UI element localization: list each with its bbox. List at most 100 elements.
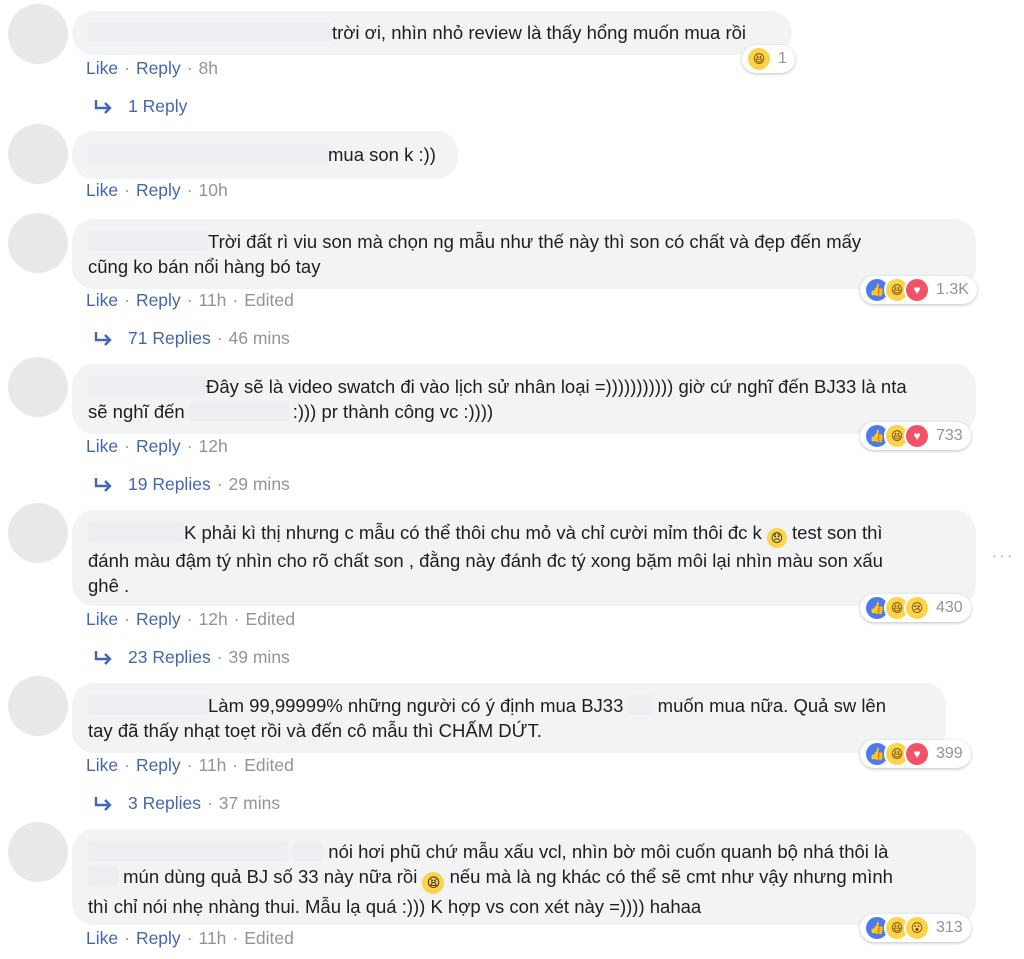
like-link[interactable]: Like xyxy=(86,609,118,630)
love-reaction-icon: ♥ xyxy=(904,741,930,767)
comment-text-line: :))) pr thành công vc :)))) xyxy=(292,401,494,422)
redacted-name[interactable] xyxy=(188,401,289,421)
comment-text-line: sẽ nghĩ đến xyxy=(88,401,185,422)
comment-time[interactable]: 12h xyxy=(199,609,228,630)
comment-time[interactable]: 10h xyxy=(199,180,228,201)
reply-link[interactable]: Reply xyxy=(136,928,181,949)
comment-time[interactable]: 11h xyxy=(199,755,227,776)
reaction-count: 1.3K xyxy=(936,281,969,298)
comment-actions: Like · Reply · 8h xyxy=(86,58,218,79)
avatar[interactable] xyxy=(8,4,68,64)
comment-actions: Like · Reply · 12h · Edited xyxy=(86,609,296,630)
avatar[interactable] xyxy=(8,124,68,184)
replies-count[interactable]: 19 Replies xyxy=(128,474,211,495)
like-link[interactable]: Like xyxy=(86,180,118,201)
reactions-summary[interactable]: 👍 😆 ♥ 399 xyxy=(860,740,971,768)
like-link[interactable]: Like xyxy=(86,290,118,311)
comment-text-line: nói hơi phũ chứ mẫu xấu vcl, nhìn bờ môi… xyxy=(328,841,889,862)
replies-time: 46 mins xyxy=(228,328,290,348)
redacted-name[interactable] xyxy=(88,144,328,164)
view-replies[interactable]: 1 Reply xyxy=(94,96,187,117)
comment-bubble: mua son k :)) xyxy=(72,131,458,179)
reply-link[interactable]: Reply xyxy=(136,58,181,79)
redacted-name[interactable] xyxy=(88,841,288,861)
reply-arrow-icon xyxy=(94,99,112,114)
comment-bubble: Trời đất rì viu son mà chọn ng mẫu như t… xyxy=(72,219,976,289)
like-link[interactable]: Like xyxy=(86,436,118,457)
comment-time[interactable]: 12h xyxy=(199,436,228,457)
reply-link[interactable]: Reply xyxy=(136,436,181,457)
comment-actions: Like · Reply · 12h xyxy=(86,436,228,457)
reply-arrow-icon xyxy=(94,650,112,665)
comment-text-line: K phải kì thị nhưng c mẫu có thể thôi ch… xyxy=(184,522,762,543)
reply-link[interactable]: Reply xyxy=(136,290,181,311)
comment-bubble: trời ơi, nhìn nhỏ review là thấy hổng mu… xyxy=(72,11,792,55)
wow-reaction-icon: 😮 xyxy=(904,915,930,941)
reactions-summary[interactable]: 👍 😆 😢 430 xyxy=(860,594,971,622)
sad-emoji-icon: 😞 xyxy=(766,528,787,548)
replies-count[interactable]: 3 Replies xyxy=(128,793,201,814)
reaction-count: 313 xyxy=(936,919,963,936)
replies-count[interactable]: 71 Replies xyxy=(128,328,211,349)
replies-count[interactable]: 1 Reply xyxy=(128,96,187,117)
view-replies[interactable]: 19 Replies · 29 mins xyxy=(94,474,290,495)
edited-label[interactable]: Edited xyxy=(244,755,294,776)
more-options-icon[interactable]: ··· xyxy=(991,545,1014,568)
redacted-name[interactable] xyxy=(88,22,332,42)
comment-text: mua son k :)) xyxy=(328,144,436,165)
comment-text-line: tay đã thấy nhạt toẹt rồi và đến cô mẫu … xyxy=(88,720,542,741)
view-replies[interactable]: 3 Replies · 37 mins xyxy=(94,793,280,814)
comment-time[interactable]: 8h xyxy=(199,58,218,79)
edited-label[interactable]: Edited xyxy=(244,928,294,949)
haha-reaction-icon: 😆 xyxy=(746,46,772,72)
comment-actions: Like · Reply · 11h · Edited xyxy=(86,755,294,776)
redacted-name[interactable] xyxy=(88,376,206,396)
reply-link[interactable]: Reply xyxy=(136,609,181,630)
reply-arrow-icon xyxy=(94,331,112,346)
comment-text-line: nếu mà là ng khác có thể sẽ cmt như vậy … xyxy=(449,866,893,887)
reaction-count: 1 xyxy=(778,50,787,67)
love-reaction-icon: ♥ xyxy=(904,423,930,449)
comment-text-line: cũng ko bán nổi hàng bó tay xyxy=(88,256,321,277)
avatar[interactable] xyxy=(8,676,68,736)
redacted-name[interactable] xyxy=(88,522,184,542)
redacted-name[interactable] xyxy=(88,231,208,251)
avatar[interactable] xyxy=(8,357,68,417)
replies-time: 29 mins xyxy=(228,474,290,494)
reactions-summary[interactable]: 👍 😆 ♥ 733 xyxy=(860,422,971,450)
tired-emoji-icon: 😫 xyxy=(422,872,445,894)
like-link[interactable]: Like xyxy=(86,755,118,776)
view-replies[interactable]: 71 Replies · 46 mins xyxy=(94,328,290,349)
comment-actions: Like · Reply · 10h xyxy=(86,180,228,201)
redacted-name[interactable] xyxy=(88,695,208,715)
view-replies[interactable]: 23 Replies · 39 mins xyxy=(94,647,290,668)
replies-time: 37 mins xyxy=(218,793,281,813)
avatar[interactable] xyxy=(8,213,68,273)
like-link[interactable]: Like xyxy=(86,928,118,949)
redacted-text xyxy=(88,866,118,886)
reply-link[interactable]: Reply xyxy=(136,755,181,776)
comment-bubble: Làm 99,99999% những người có ý định mua … xyxy=(72,683,946,753)
reactions-summary[interactable]: 😆 1 xyxy=(742,45,795,73)
reply-link[interactable]: Reply xyxy=(136,180,181,201)
like-link[interactable]: Like xyxy=(86,58,118,79)
redacted-text xyxy=(628,695,653,715)
edited-label[interactable]: Edited xyxy=(246,609,296,630)
reaction-count: 430 xyxy=(936,599,963,616)
avatar[interactable] xyxy=(8,503,68,563)
comment-text-line: thì chỉ nói nhẹ nhàng thui. Mẫu lạ quá :… xyxy=(88,896,702,917)
reactions-summary[interactable]: 👍 😆 😮 313 xyxy=(860,914,971,942)
edited-label[interactable]: Edited xyxy=(244,290,294,311)
comment-text-line: đánh màu đậm tý nhìn cho rõ chất son , đ… xyxy=(88,550,883,571)
reply-arrow-icon xyxy=(94,477,112,492)
replies-count[interactable]: 23 Replies xyxy=(128,647,211,668)
reaction-count: 733 xyxy=(936,427,963,444)
comment-text-line: muốn mua nữa. Quả sw lên xyxy=(657,695,887,716)
comment-time[interactable]: 11h xyxy=(199,290,227,311)
comment-text-line: Làm 99,99999% những người có ý định mua … xyxy=(208,695,624,716)
avatar[interactable] xyxy=(8,822,68,882)
comment-time[interactable]: 11h xyxy=(199,928,227,949)
comment-bubble: K phải kì thị nhưng c mẫu có thể thôi ch… xyxy=(72,510,976,606)
comment-bubble: Đây sẽ là video swatch đi vào lịch sử nh… xyxy=(72,364,976,434)
reactions-summary[interactable]: 👍 😆 ♥ 1.3K xyxy=(860,276,977,304)
